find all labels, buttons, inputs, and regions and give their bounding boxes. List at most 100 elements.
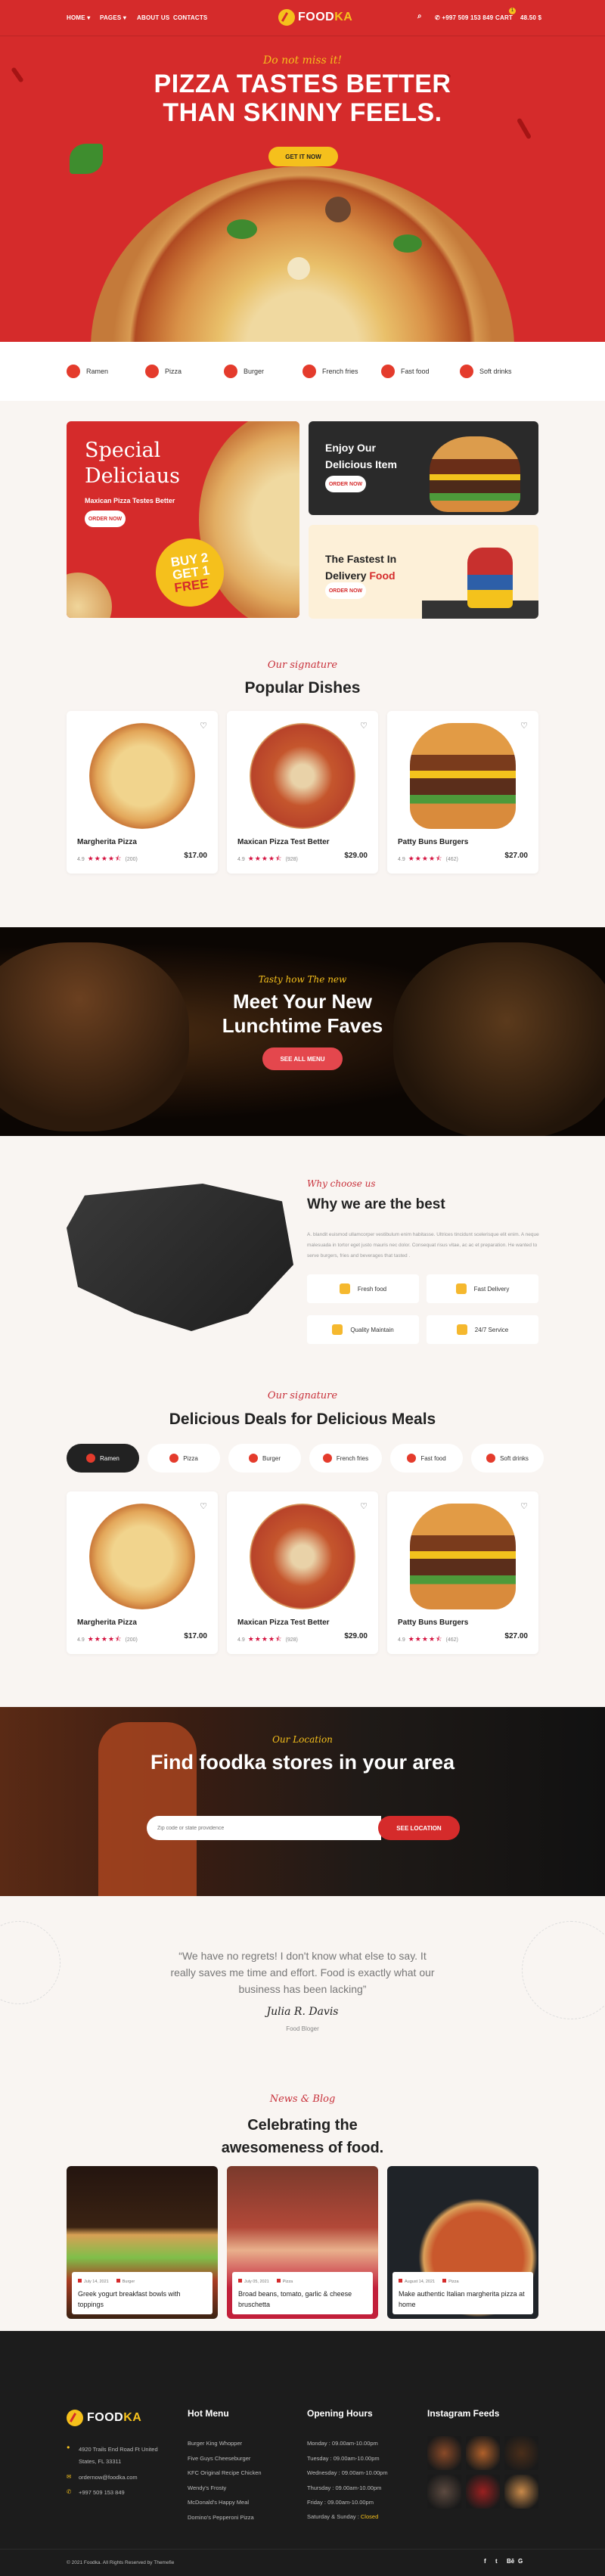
category-fast-food[interactable]: Fast food bbox=[381, 365, 430, 378]
order-now-button[interactable]: ORDER NOW bbox=[85, 511, 126, 527]
dish-rating: 4.9 ★★★★⯪ (200) bbox=[77, 1634, 138, 1646]
tag-icon bbox=[116, 2279, 120, 2283]
heart-icon[interactable]: ♡ bbox=[200, 1501, 207, 1511]
delivery-rider-illustration bbox=[467, 548, 513, 608]
blog-kicker: News & Blog bbox=[269, 2093, 336, 2105]
category-french-fries[interactable]: French fries bbox=[302, 365, 358, 378]
hot-menu-item[interactable]: McDonald's Happy Meal bbox=[188, 2499, 249, 2506]
burger-image-right bbox=[393, 942, 605, 1136]
pizza-image bbox=[67, 573, 112, 618]
cart-count-badge: 1 bbox=[509, 8, 516, 14]
category-icon bbox=[460, 365, 473, 378]
basil-leaf-decoration bbox=[393, 234, 422, 253]
nav-about-us[interactable]: ABOUT US bbox=[137, 14, 169, 21]
get-it-now-button[interactable]: GET IT NOW bbox=[268, 147, 338, 166]
location-section: Our Location Find foodka stores in your … bbox=[0, 1707, 605, 1896]
category-pizza[interactable]: Pizza bbox=[145, 365, 182, 378]
search-icon[interactable]: ⌕ bbox=[417, 12, 422, 20]
promo-special: Special Deliciaus Maxican Pizza Testes Be… bbox=[67, 421, 299, 618]
tab-icon bbox=[86, 1454, 96, 1463]
tab-ramen[interactable]: Ramen bbox=[67, 1444, 139, 1473]
phone-link[interactable]: ✆ +997 509 153 849 bbox=[435, 14, 493, 21]
hot-menu-item[interactable]: Domino's Pepperoni Pizza bbox=[188, 2514, 254, 2521]
deals-kicker: Our signature bbox=[267, 1390, 338, 1401]
blog-meta: July 05, 2021 Pizza bbox=[238, 2279, 367, 2284]
instagram-photo[interactable] bbox=[504, 2436, 538, 2470]
heart-icon[interactable]: ♡ bbox=[360, 721, 368, 731]
weekend-hours: Saturday & Sunday : Closed bbox=[307, 2513, 379, 2520]
footer-email[interactable]: ordernow@foodka.com bbox=[79, 2474, 138, 2481]
google-icon[interactable]: G bbox=[518, 2558, 523, 2565]
testimonial-role: Food Bloger bbox=[286, 2025, 319, 2032]
location-pin-icon: ● bbox=[67, 2444, 70, 2450]
nav-pages[interactable]: PAGES ▾ bbox=[100, 14, 126, 21]
heart-icon[interactable]: ♡ bbox=[520, 721, 528, 731]
order-now-button[interactable]: ORDER NOW bbox=[325, 582, 366, 599]
instagram-photo[interactable] bbox=[466, 2475, 500, 2509]
cart-button[interactable]: CART bbox=[495, 14, 513, 21]
top-nav: HOME ▾ PAGES ▾ ABOUT US CONTACTS FOODKA … bbox=[0, 0, 605, 36]
heart-icon[interactable]: ♡ bbox=[360, 1501, 368, 1511]
tab-french-fries[interactable]: French fries bbox=[309, 1444, 382, 1473]
nav-home[interactable]: HOME ▾ bbox=[67, 14, 90, 21]
dish-card[interactable]: ♡ Patty Buns Burgers 4.9 ★★★★⯪ (462) $27.00 bbox=[387, 1491, 538, 1654]
calendar-icon bbox=[238, 2279, 242, 2283]
category-soft-drinks[interactable]: Soft drinks bbox=[460, 365, 512, 378]
heart-icon[interactable]: ♡ bbox=[200, 721, 207, 731]
basil-leaf-decoration bbox=[227, 219, 257, 239]
blog-post-title[interactable]: Make authentic Italian margherita pizza … bbox=[399, 2289, 527, 2310]
tab-burger[interactable]: Burger bbox=[228, 1444, 301, 1473]
feature-fresh-food: Fresh food bbox=[307, 1274, 419, 1303]
hot-menu-item[interactable]: Five Guys Cheeseburger bbox=[188, 2455, 250, 2462]
tab-soft-drinks[interactable]: Soft drinks bbox=[471, 1444, 544, 1473]
instagram-photo[interactable] bbox=[427, 2475, 461, 2509]
order-now-button[interactable]: ORDER NOW bbox=[325, 476, 366, 492]
see-all-menu-button[interactable]: SEE ALL MENU bbox=[262, 1047, 343, 1070]
mushroom-decoration bbox=[325, 197, 351, 222]
logo-text: FOOD bbox=[298, 11, 335, 23]
star-rating-icon: ★★★★⯪ bbox=[87, 855, 123, 862]
category-burger[interactable]: Burger bbox=[224, 365, 264, 378]
feature-24-7-service: 24/7 Service bbox=[427, 1315, 538, 1344]
promo-special-subtitle: Maxican Pizza Testes Better bbox=[85, 497, 175, 504]
instagram-photo[interactable] bbox=[504, 2475, 538, 2509]
instagram-title: Instagram Feeds bbox=[427, 2408, 500, 2419]
hot-menu-item[interactable]: Burger King Whopper bbox=[188, 2440, 242, 2447]
blog-card[interactable]: August 14, 2021 Pizza Make authentic Itali… bbox=[387, 2166, 538, 2319]
instagram-photo[interactable] bbox=[427, 2436, 461, 2470]
footer-logo[interactable]: FOODKA bbox=[67, 2410, 141, 2426]
tab-pizza[interactable]: Pizza bbox=[147, 1444, 220, 1473]
blog-post-title[interactable]: Broad beans, tomato, garlic & cheese bru… bbox=[238, 2289, 367, 2310]
behance-icon[interactable]: Bē bbox=[507, 2558, 514, 2565]
promo-delivery: The Fastest In Delivery Food ORDER NOW bbox=[309, 525, 538, 619]
tab-fast-food[interactable]: Fast food bbox=[390, 1444, 463, 1473]
blog-card[interactable]: July 14, 2021 Burger Greek yogurt breakfas… bbox=[67, 2166, 218, 2319]
star-rating-icon: ★★★★⯪ bbox=[247, 855, 283, 862]
dish-price: $27.00 bbox=[504, 852, 528, 860]
hot-menu-item[interactable]: KFC Original Recipe Chicken bbox=[188, 2469, 262, 2476]
basil-decoration bbox=[70, 144, 103, 174]
logo[interactable]: FOODKA bbox=[278, 9, 352, 26]
dish-card[interactable]: ♡ Maxican Pizza Test Better 4.9 ★★★★⯪ (928) $… bbox=[227, 711, 378, 874]
see-location-button[interactable]: SEE LOCATION bbox=[378, 1816, 460, 1840]
zip-code-input[interactable] bbox=[147, 1816, 381, 1840]
why-kicker: Why choose us bbox=[307, 1178, 376, 1189]
facebook-icon[interactable]: f bbox=[484, 2558, 486, 2565]
twitter-icon[interactable]: t bbox=[495, 2558, 498, 2565]
category-icon bbox=[302, 365, 316, 378]
blog-card[interactable]: July 05, 2021 Pizza Broad beans, tomato, g… bbox=[227, 2166, 378, 2319]
blog-post-title[interactable]: Greek yogurt breakfast bowls with toppin… bbox=[78, 2289, 206, 2310]
category-ramen[interactable]: Ramen bbox=[67, 365, 108, 378]
dish-card[interactable]: ♡ Maxican Pizza Test Better 4.9 ★★★★⯪ (928) $… bbox=[227, 1491, 378, 1654]
dish-card[interactable]: ♡ Margherita Pizza 4.9 ★★★★⯪ (200) $17.00 bbox=[67, 711, 218, 874]
footer-phone[interactable]: +997 509 153 849 bbox=[79, 2489, 125, 2496]
dish-image bbox=[410, 1504, 516, 1609]
nav-contacts[interactable]: CONTACTS bbox=[173, 14, 207, 21]
dish-card[interactable]: ♡ Margherita Pizza 4.9 ★★★★⯪ (200) $17.00 bbox=[67, 1491, 218, 1654]
instagram-photo[interactable] bbox=[466, 2436, 500, 2470]
hot-menu-item[interactable]: Wendy's Frosty bbox=[188, 2484, 226, 2491]
star-rating-icon: ★★★★⯪ bbox=[408, 1635, 443, 1643]
location-kicker: Our Location bbox=[272, 1734, 333, 1745]
heart-icon[interactable]: ♡ bbox=[520, 1501, 528, 1511]
dish-card[interactable]: ♡ Patty Buns Burgers 4.9 ★★★★⯪ (462) $27.00 bbox=[387, 711, 538, 874]
